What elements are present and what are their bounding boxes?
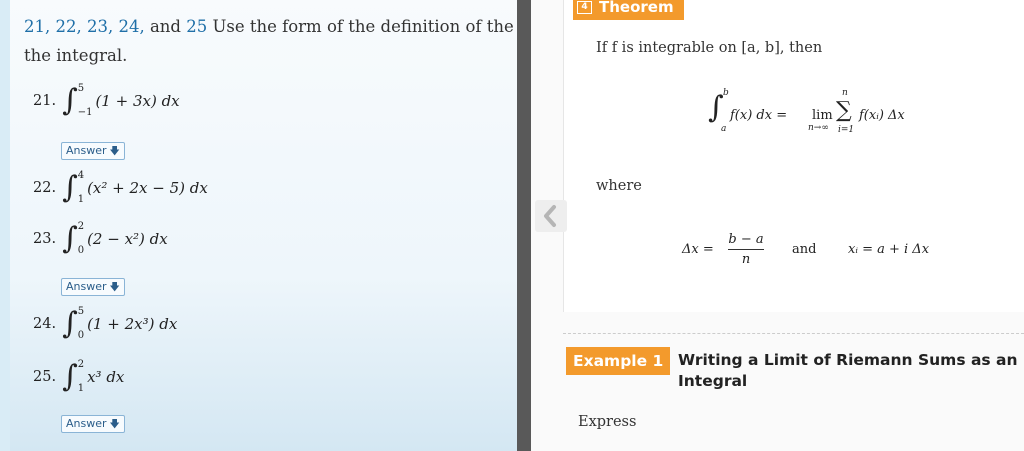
integral-sign-icon: ∫	[62, 170, 78, 205]
example-title: Writing a Limit of Riemann Sums as an In…	[678, 351, 1018, 390]
answer-button-25[interactable]: Answer 🡇	[61, 415, 125, 433]
problem-22: 22. ∫ 41 (x² + 2x − 5) dx	[33, 170, 208, 205]
integral-expression: ∫ 50 (1 + 2x³) dx	[62, 306, 178, 341]
instruction-text-line2: the integral.	[24, 46, 128, 65]
pane-divider[interactable]	[517, 0, 531, 451]
integral-sign-icon: ∫	[62, 306, 78, 341]
arrow-down-icon: 🡇	[109, 419, 120, 430]
exercise-numbers[interactable]: 21, 22, 23, 24,	[24, 17, 145, 36]
integral-sign-icon: ∫	[62, 359, 78, 394]
integral-sign-icon: ∫	[62, 83, 78, 118]
theorem-number-icon: 4	[577, 0, 592, 14]
fraction-bar	[728, 249, 764, 250]
answer-button-21[interactable]: Answer 🡇	[61, 142, 125, 160]
integral-sign-icon: ∫	[708, 90, 724, 125]
integral-expression: ∫ 5 −1 (1 + 3x) dx	[62, 83, 180, 118]
problem-21: 21. ∫ 5 −1 (1 + 3x) dx	[33, 83, 180, 118]
arrow-down-icon: 🡇	[109, 282, 120, 293]
chevron-left-icon	[544, 205, 556, 227]
problem-25: 25. ∫ 21 x³ dx	[33, 359, 125, 394]
exercise-instructions: 21, 22, 23, 24, and 25 Use the form of t…	[24, 12, 517, 70]
collapse-pane-button[interactable]	[535, 200, 567, 232]
arrow-down-icon: 🡇	[109, 146, 120, 157]
integral-expression: ∫ 20 (2 − x²) dx	[62, 221, 168, 256]
where-text: where	[596, 178, 642, 194]
example-label: Example 1	[566, 347, 671, 375]
integral-expression: ∫ 21 x³ dx	[62, 359, 125, 394]
integral-sign-icon: ∫	[62, 221, 78, 256]
problem-24: 24. ∫ 50 (1 + 2x³) dx	[33, 306, 178, 341]
sum-sign-icon: ∑	[836, 98, 852, 123]
integral-expression: ∫ 41 (x² + 2x − 5) dx	[62, 170, 208, 205]
problem-23: 23. ∫ 20 (2 − x²) dx	[33, 221, 168, 256]
instruction-text: Use the form of the definition of the in…	[212, 17, 517, 36]
section-divider	[563, 333, 1024, 334]
exercise-number-25[interactable]: 25	[186, 17, 207, 36]
answer-button-23[interactable]: Answer 🡇	[61, 278, 125, 296]
theorem-statement: If f is integrable on [a, b], then	[596, 40, 823, 56]
theorem-label: 4 Theorem	[573, 0, 684, 20]
exercise-pane: 21, 22, 23, 24, and 25 Use the form of t…	[0, 0, 517, 451]
example-body-text: Express	[578, 414, 637, 430]
